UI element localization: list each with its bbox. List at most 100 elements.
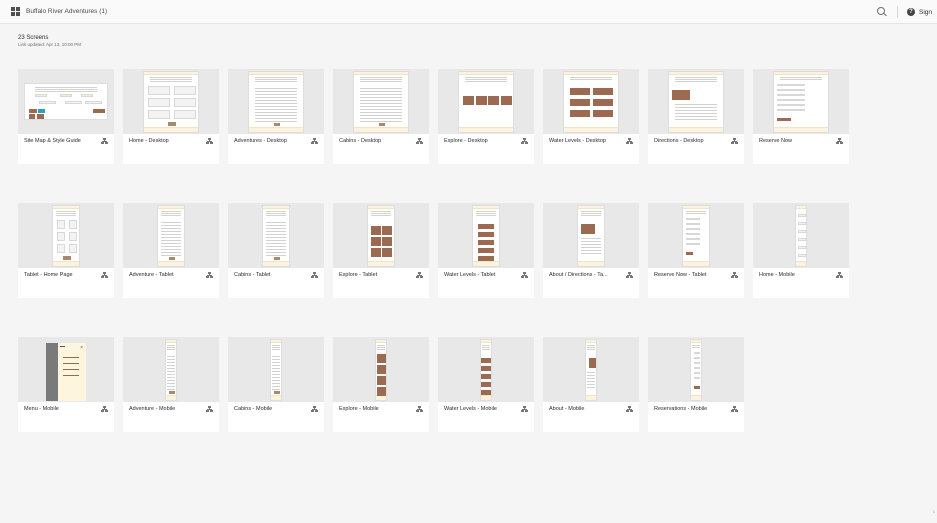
flow-icon[interactable] [206, 272, 213, 278]
preview-tile [593, 99, 613, 106]
thumb-text-line [272, 374, 280, 375]
preview-header [166, 340, 176, 343]
flow-icon[interactable] [206, 406, 213, 412]
flow-icon[interactable] [626, 272, 633, 278]
screen-card[interactable]: × Menu - Mobile [18, 337, 114, 432]
screen-card[interactable]: Tablet - Home Page [18, 203, 114, 298]
grid-icon[interactable] [11, 7, 20, 16]
thumb-text-line [161, 252, 181, 253]
screen-thumbnail [18, 69, 114, 134]
thumb-text-line [272, 347, 280, 348]
preview-header [564, 72, 618, 75]
thumb-text-line [34, 89, 98, 90]
screen-thumbnail [753, 69, 849, 134]
screen-card-label: Adventure - Tablet [129, 272, 174, 278]
flow-icon[interactable] [731, 272, 738, 278]
thumb-text-line [167, 347, 175, 348]
preview-submit [777, 118, 791, 121]
flow-icon[interactable] [101, 406, 108, 412]
screen-thumbnail [123, 203, 219, 268]
screen-card[interactable]: Reservations - Mobile [648, 337, 744, 432]
screen-card[interactable]: Explore - Tablet [333, 203, 429, 298]
flow-icon[interactable] [521, 272, 528, 278]
screen-thumbnail [228, 69, 324, 134]
flow-icon[interactable] [836, 138, 843, 144]
preview-tile [377, 354, 386, 363]
screen-card[interactable]: Adventure - Mobile [123, 337, 219, 432]
screen-card[interactable]: Reserve Now [753, 69, 849, 164]
flow-icon[interactable] [311, 138, 318, 144]
page-preview [248, 71, 304, 133]
thumb-text-line [360, 77, 402, 78]
preview-header [144, 72, 198, 75]
screen-thumbnail [333, 337, 429, 402]
flow-icon[interactable] [416, 138, 423, 144]
flow-icon[interactable] [311, 272, 318, 278]
screen-card[interactable]: About - Mobile [543, 337, 639, 432]
screen-card[interactable]: Reserve Now - Tablet [648, 203, 744, 298]
screen-card-label: Home - Mobile [759, 272, 795, 278]
thumb-text-line [167, 371, 175, 372]
screen-card[interactable]: Home - Desktop [123, 69, 219, 164]
screen-card[interactable]: Adventures - Desktop [228, 69, 324, 164]
screen-thumbnail [438, 337, 534, 402]
page-preview [795, 205, 807, 267]
flow-icon[interactable] [206, 138, 213, 144]
flow-icon[interactable] [416, 272, 423, 278]
flow-icon[interactable] [626, 406, 633, 412]
screen-card[interactable]: Explore - Mobile [333, 337, 429, 432]
screen-card[interactable]: Home - Mobile [753, 203, 849, 298]
screen-card[interactable]: Adventure - Tablet [123, 203, 219, 298]
screen-card[interactable]: Cabins - Desktop [333, 69, 429, 164]
thumb-text-line [581, 238, 601, 239]
screen-card[interactable]: Water Levels - Tablet [438, 203, 534, 298]
thumb-text-line [167, 389, 175, 390]
preview-tile [570, 99, 590, 106]
flow-icon[interactable] [101, 272, 108, 278]
thumb-text-line [167, 374, 175, 375]
sitemap-node [35, 94, 47, 97]
flow-icon[interactable] [836, 272, 843, 278]
screen-card[interactable]: About / Directions - Ta... [543, 203, 639, 298]
screen-count: 23 Screens [18, 35, 49, 41]
search-icon[interactable] [876, 7, 887, 17]
thumb-text-line [465, 77, 507, 78]
sitemap-node [39, 101, 56, 104]
help-icon[interactable]: ? [906, 8, 915, 16]
flow-icon[interactable] [416, 406, 423, 412]
screen-card[interactable]: Water Levels - Mobile [438, 337, 534, 432]
thumb-text-line [272, 389, 280, 390]
link-updated: Link updated: Apr 13, 10:00 PM [18, 42, 82, 47]
screen-card-label: Cabins - Tablet [234, 272, 271, 278]
thumb-text-line [377, 345, 385, 346]
thumb-text-line [570, 79, 612, 80]
flow-icon[interactable] [101, 138, 108, 144]
sign-in-link[interactable]: Sign [919, 9, 932, 16]
screen-card-label: Explore - Desktop [444, 138, 488, 144]
flow-icon[interactable] [731, 138, 738, 144]
flow-icon[interactable] [521, 138, 528, 144]
thumb-text-line [161, 237, 181, 238]
flow-icon[interactable] [521, 406, 528, 412]
screen-card[interactable]: Water Levels - Desktop [543, 69, 639, 164]
flow-icon[interactable] [311, 406, 318, 412]
thumb-text-line [255, 115, 297, 116]
thumb-text-line [675, 119, 717, 120]
screen-card[interactable]: Site Map & Style Guide [18, 69, 114, 164]
preview-footer [796, 261, 806, 266]
preview-footer [669, 127, 723, 132]
style-swatch [29, 109, 37, 113]
screen-card[interactable]: Directions - Desktop [648, 69, 744, 164]
flow-icon[interactable] [731, 406, 738, 412]
thumb-text-line [360, 115, 402, 116]
screen-card[interactable]: Cabins - Tablet [228, 203, 324, 298]
screen-card[interactable]: Cabins - Mobile [228, 337, 324, 432]
preview-form-field [686, 228, 700, 230]
preview-tile [570, 110, 590, 117]
flow-icon[interactable] [626, 138, 633, 144]
screen-card-label: Menu - Mobile [24, 406, 59, 412]
screen-card[interactable]: Explore - Desktop [438, 69, 534, 164]
preview-footer [459, 127, 513, 132]
preview-header [376, 340, 386, 343]
preview-form-field [694, 352, 700, 354]
